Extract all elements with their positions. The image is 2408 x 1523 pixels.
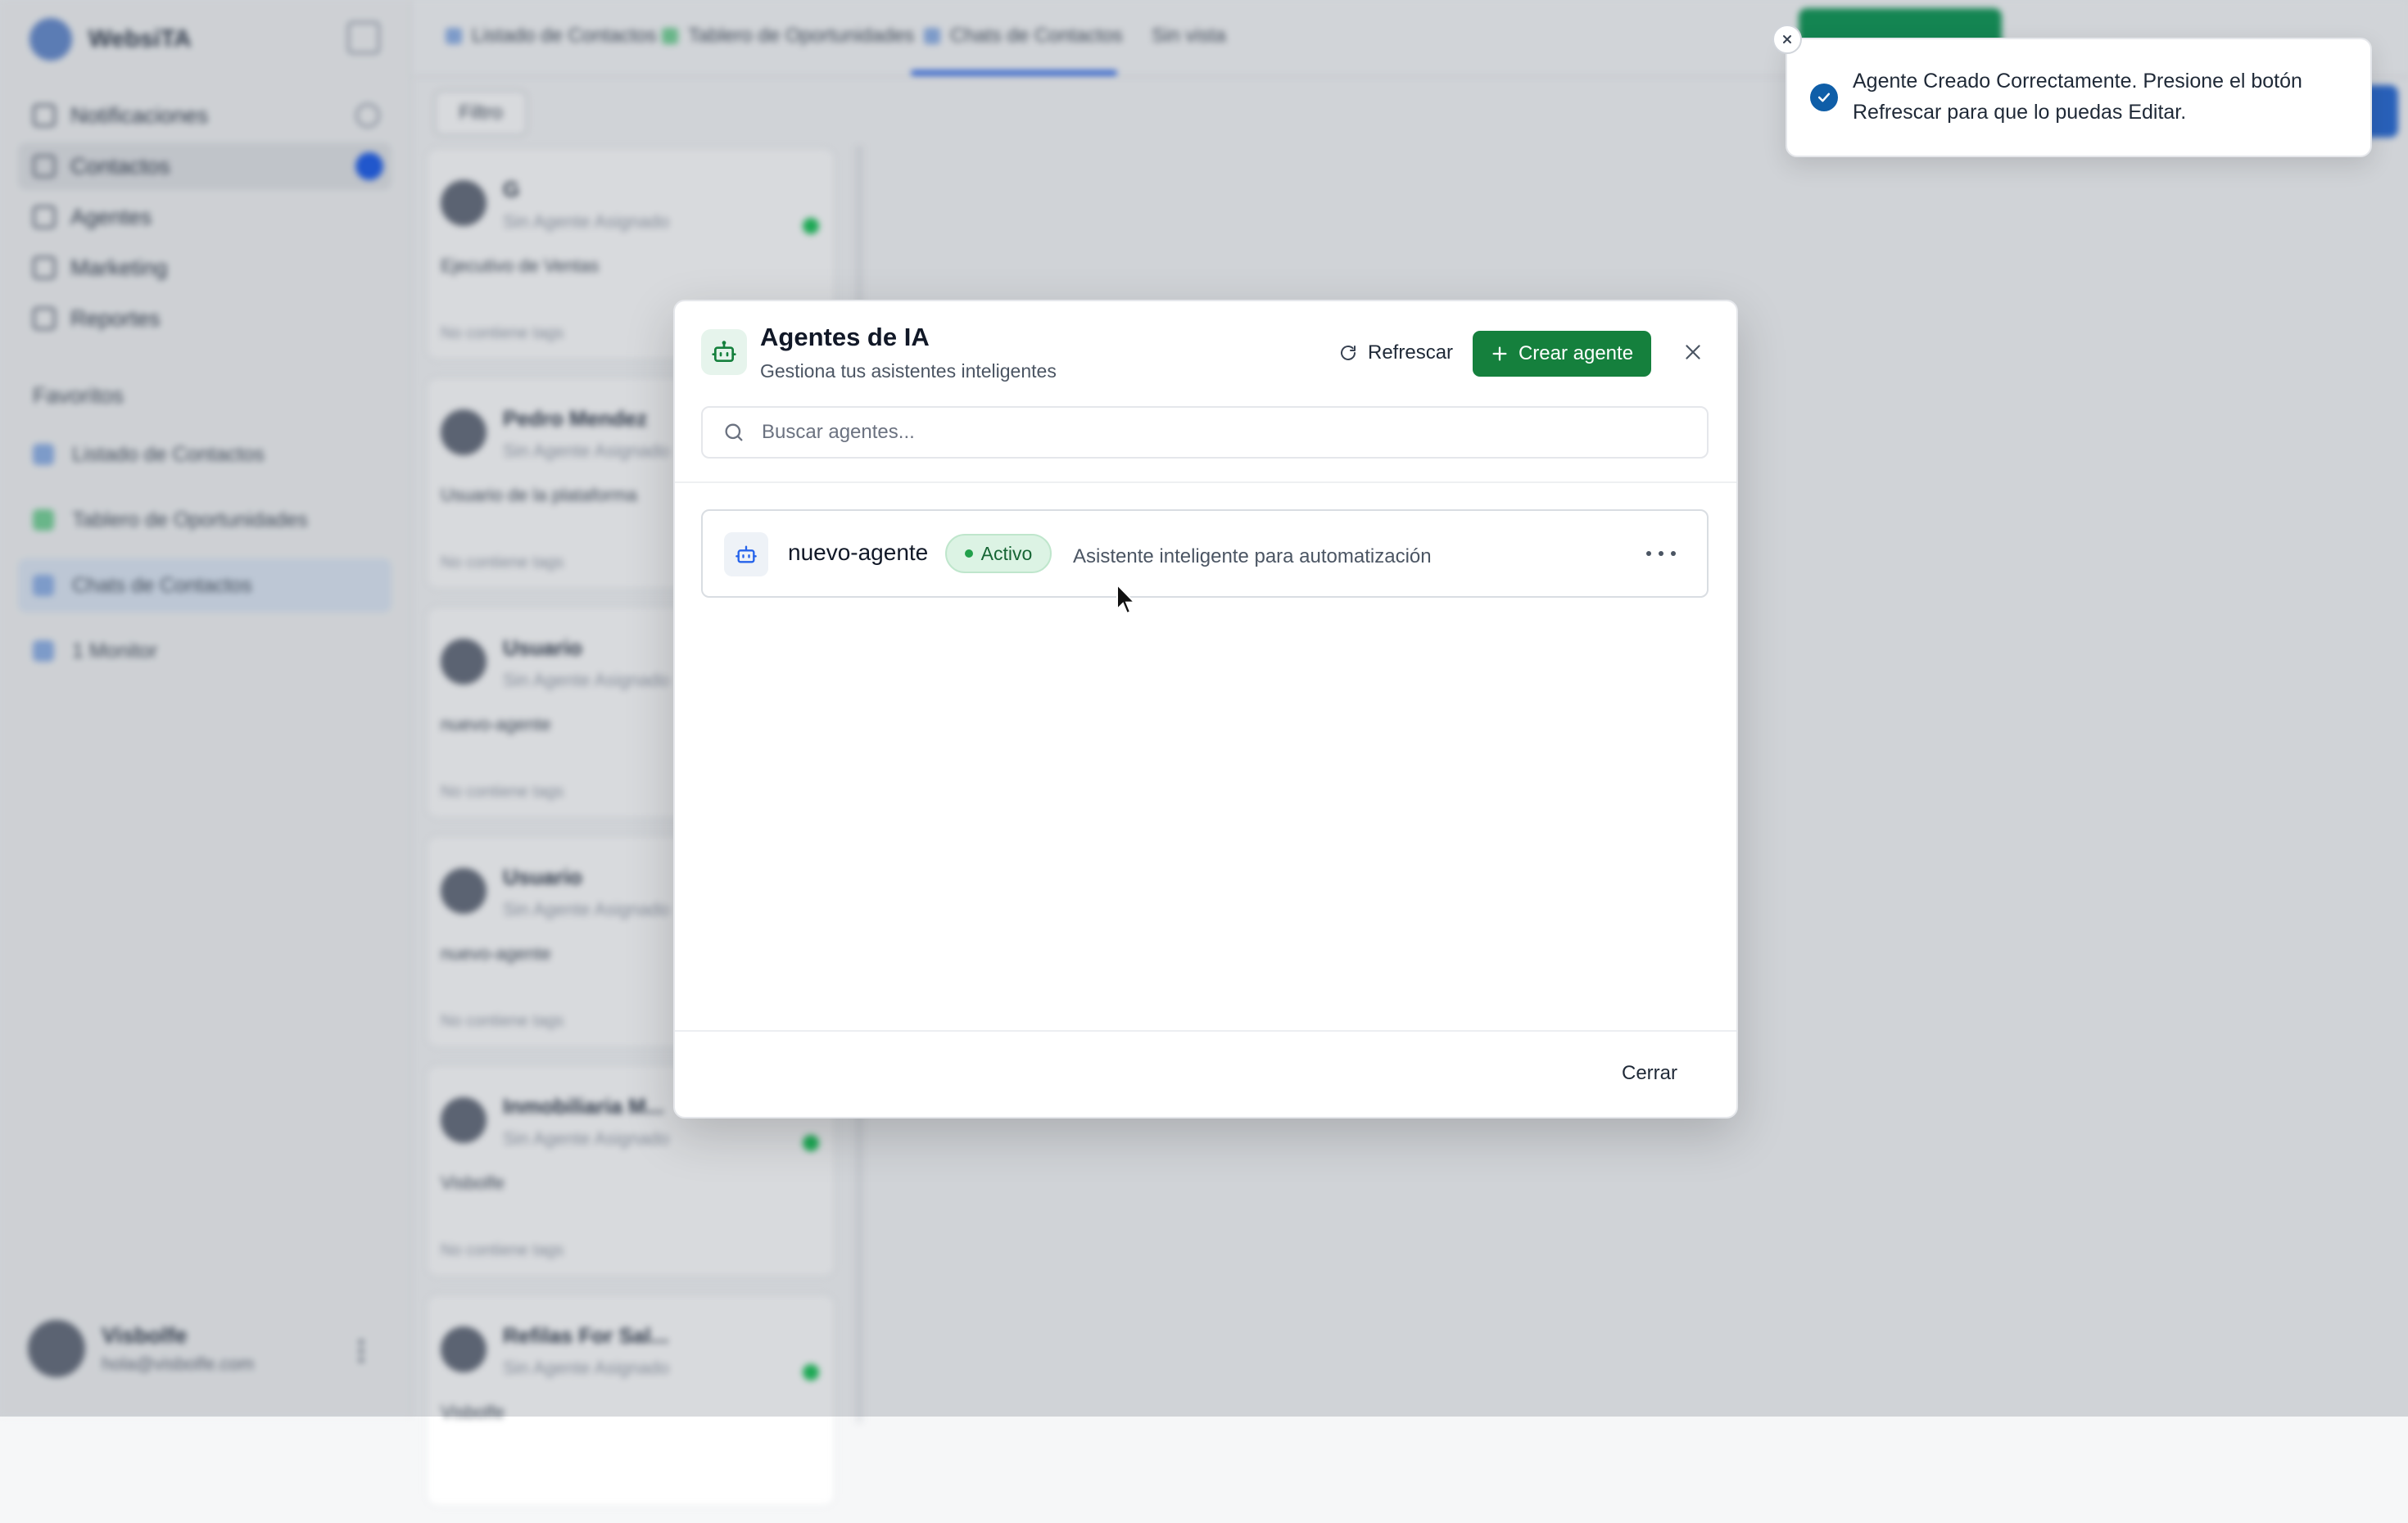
toast-message: Agente Creado Correctamente. Presione el… (1853, 70, 2302, 124)
divider (675, 481, 1736, 483)
plus-icon (1492, 346, 1507, 361)
check-icon (1810, 84, 1838, 111)
robot-icon (724, 532, 768, 576)
toast-close-icon[interactable] (1772, 25, 1802, 54)
agent-name: nuevo-agente (788, 540, 929, 565)
agents-modal: Agentes de IA Gestiona tus asistentes in… (673, 300, 1738, 1119)
create-agent-button[interactable]: Crear agente (1473, 331, 1651, 377)
status-dot-icon (964, 549, 973, 558)
refresh-label: Refrescar (1368, 341, 1454, 364)
agent-row[interactable]: nuevo-agente Activo Asistente inteligent… (701, 509, 1709, 598)
search-input[interactable] (760, 420, 1664, 445)
mouse-cursor-icon (1116, 583, 1137, 615)
success-toast: Agente Creado Correctamente. Presione el… (1772, 25, 2372, 157)
robot-icon (701, 329, 747, 375)
agent-description: Asistente inteligente para automatizació… (1073, 545, 1432, 567)
search-box (701, 406, 1709, 459)
modal-subtitle: Gestiona tus asistentes inteligentes (760, 360, 1057, 382)
status-badge: Activo (945, 534, 1052, 573)
divider (675, 1030, 1736, 1032)
refresh-button[interactable]: Refrescar (1333, 331, 1458, 375)
close-button[interactable]: Cerrar (1617, 1061, 1682, 1086)
close-icon[interactable] (1677, 339, 1705, 367)
create-agent-label: Crear agente (1518, 342, 1634, 364)
refresh-icon (1341, 346, 1356, 360)
status-label: Activo (980, 542, 1033, 564)
search-icon (725, 423, 743, 441)
modal-title: Agentes de IA (760, 323, 930, 351)
more-options-icon[interactable] (1646, 545, 1676, 562)
